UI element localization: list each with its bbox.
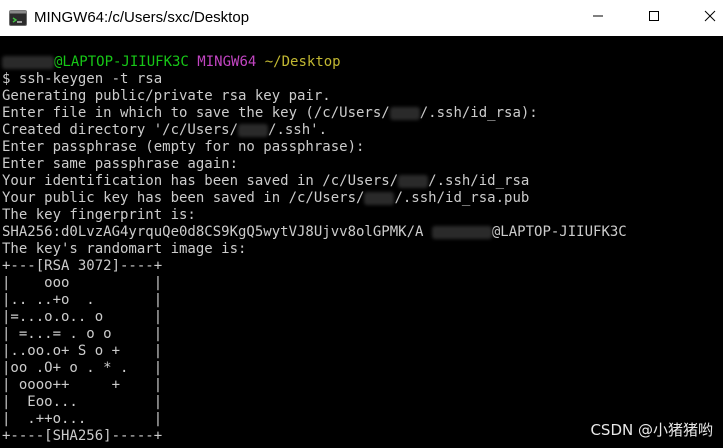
close-icon — [704, 9, 716, 27]
prompt-symbol: $ — [2, 71, 11, 87]
maximize-icon — [648, 9, 660, 27]
randomart-line: +----[SHA256]-----+ — [2, 428, 163, 444]
prompt-cwd: ~/Desktop — [264, 54, 341, 70]
git-bash-icon — [9, 9, 27, 27]
output-line: Enter file in which to save the key (/c/… — [2, 105, 538, 122]
output-line: Generating public/private rsa key pair. — [2, 88, 331, 104]
minimize-icon — [592, 9, 604, 27]
randomart-line: | .++o... | — [2, 411, 163, 427]
prompt-line: @LAPTOP-JIIUFK3C MINGW64 ~/Desktop — [2, 54, 341, 71]
output-text: /.ssh/id_rsa — [428, 173, 530, 189]
randomart-line: | Eoo... | — [2, 394, 163, 410]
minimize-button[interactable] — [575, 0, 621, 36]
output-text: /.ssh'. — [268, 122, 328, 138]
randomart-line: |=...o.o.. o | — [2, 309, 163, 325]
output-text: Your identification has been saved in /c… — [2, 173, 399, 189]
output-line: Your public key has been saved in /c/Use… — [2, 190, 529, 207]
output-text: /.ssh/id_rsa): — [419, 105, 538, 121]
terminal-window: MINGW64:/c/Users/sxc/Desktop @LAPTOP-JII… — [0, 0, 723, 448]
redacted-username — [398, 174, 429, 188]
terminal-output[interactable]: @LAPTOP-JIIUFK3C MINGW64 ~/Desktop $ ssh… — [0, 36, 723, 448]
redacted-username — [364, 191, 395, 205]
randomart-line: |.. ..+o . | — [2, 292, 163, 308]
fingerprint-host: @LAPTOP-JIIUFK3C — [491, 224, 627, 240]
title-bar[interactable]: MINGW64:/c/Users/sxc/Desktop — [0, 0, 723, 36]
fingerprint-line: SHA256:d0LvzAG4yrquQe0d8CS9KgQ5wytVJ8Ujv… — [2, 224, 627, 241]
output-line: Your identification has been saved in /c… — [2, 173, 529, 190]
redacted-username — [389, 106, 420, 120]
window-title: MINGW64:/c/Users/sxc/Desktop — [34, 9, 250, 26]
randomart-line: |..oo.o+ S o + | — [2, 343, 163, 359]
prompt-user-host: @LAPTOP-JIIUFK3C — [54, 54, 189, 70]
redacted-username — [431, 225, 492, 239]
output-line: The key's randomart image is: — [2, 241, 247, 257]
close-button[interactable] — [687, 0, 723, 36]
randomart-line: | ooo | — [2, 275, 163, 291]
randomart-line: +---[RSA 3072]----+ — [2, 258, 163, 274]
output-text: /.ssh/id_rsa.pub — [394, 190, 530, 206]
randomart-line: |oo .O+ o . * . | — [2, 360, 163, 376]
fingerprint-text: SHA256:d0LvzAG4yrquQe0d8CS9KgQ5wytVJ8Ujv… — [2, 224, 424, 240]
prompt-shell: MINGW64 — [197, 54, 257, 70]
maximize-button[interactable] — [631, 0, 677, 36]
randomart-line: | oooo++ + | — [2, 377, 163, 393]
output-text: Your public key has been saved in /c/Use… — [2, 190, 365, 206]
output-line: Enter passphrase (empty for no passphras… — [2, 139, 365, 155]
redacted-username — [238, 123, 269, 137]
watermark: CSDN @小猪猪哟 — [590, 421, 713, 439]
output-text: Created directory '/c/Users/ — [2, 122, 239, 138]
output-line: Created directory '/c/Users/ /.ssh'. — [2, 122, 327, 139]
redacted-username — [2, 55, 54, 69]
command-text: ssh-keygen -t rsa — [18, 71, 163, 87]
output-line: Enter same passphrase again: — [2, 156, 239, 172]
command-line: $ ssh-keygen -t rsa — [2, 71, 162, 88]
output-line: The key fingerprint is: — [2, 207, 196, 223]
output-text: Enter file in which to save the key (/c/… — [2, 105, 390, 121]
randomart-line: | =...= . o o | — [2, 326, 163, 342]
